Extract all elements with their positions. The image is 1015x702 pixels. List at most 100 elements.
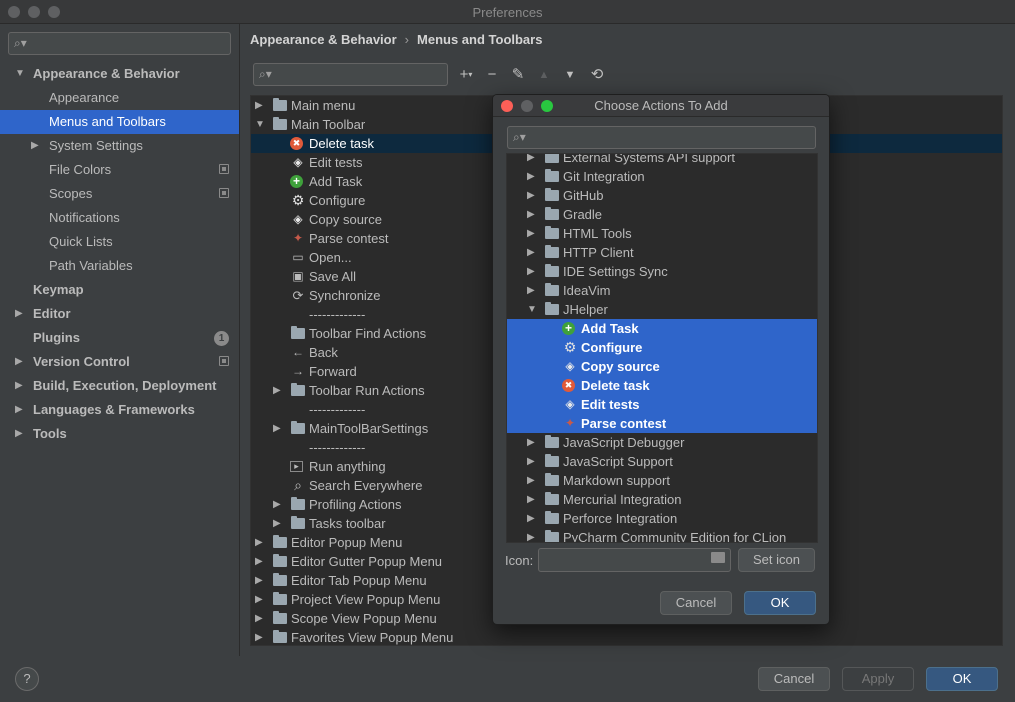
sidebar-item-plugins[interactable]: Plugins 1 xyxy=(0,326,239,350)
sidebar-item-keymap[interactable]: Keymap xyxy=(0,278,239,302)
sidebar-item-tools[interactable]: ▶ Tools xyxy=(0,422,239,446)
edit-icon[interactable]: ✎ xyxy=(509,66,527,84)
action-item-github[interactable]: ▶ GitHub xyxy=(507,186,817,205)
expand-arrow-icon[interactable]: ▶ xyxy=(273,514,281,533)
actions-search-input[interactable]: ⌕▾ xyxy=(253,63,448,86)
tree-item-favorites-view-popup-menu[interactable]: ▶ Favorites View Popup Menu xyxy=(251,628,1002,645)
help-button[interactable]: ? xyxy=(15,667,39,691)
expand-arrow-icon[interactable]: ▶ xyxy=(527,243,535,262)
expand-arrow-icon[interactable]: ▶ xyxy=(527,433,535,452)
action-item-mercurial-integration[interactable]: ▶ Mercurial Integration xyxy=(507,490,817,509)
sidebar-item-label: System Settings xyxy=(49,138,143,153)
move-up-icon[interactable]: ▲ xyxy=(535,66,553,84)
action-item-external-systems-api-support[interactable]: ▶ External Systems API support xyxy=(507,154,817,167)
sidebar-item-build-execution-deployment[interactable]: ▶ Build, Execution, Deployment xyxy=(0,374,239,398)
action-item-ide-settings-sync[interactable]: ▶ IDE Settings Sync xyxy=(507,262,817,281)
sidebar-item-scopes[interactable]: Scopes xyxy=(0,182,239,206)
expand-arrow-icon[interactable]: ▶ xyxy=(255,571,263,590)
folder-icon xyxy=(273,573,287,586)
sidebar-item-system-settings[interactable]: ▶ System Settings xyxy=(0,134,239,158)
action-item-copy-source[interactable]: ◈ Copy source xyxy=(507,357,817,376)
dialog-cancel-button[interactable]: Cancel xyxy=(660,591,732,615)
expand-arrow-icon[interactable]: ▶ xyxy=(527,262,535,281)
sidebar-item-version-control[interactable]: ▶ Version Control xyxy=(0,350,239,374)
expand-arrow-icon[interactable]: ▶ xyxy=(273,381,281,400)
move-down-icon[interactable]: ▼ xyxy=(561,66,579,84)
expand-arrow-icon[interactable]: ▶ xyxy=(255,609,263,628)
expand-arrow-icon[interactable]: ▶ xyxy=(15,374,23,398)
action-item-javascript-support[interactable]: ▶ JavaScript Support xyxy=(507,452,817,471)
action-item-edit-tests[interactable]: ◈ Edit tests xyxy=(507,395,817,414)
tree-item-label: Open... xyxy=(309,250,352,265)
expand-arrow-icon[interactable]: ▶ xyxy=(527,167,535,186)
expand-arrow-icon[interactable]: ▶ xyxy=(255,96,263,115)
search-icon: ⌕▾ xyxy=(14,36,27,50)
sidebar-item-path-variables[interactable]: Path Variables xyxy=(0,254,239,278)
set-icon-button[interactable]: Set icon xyxy=(738,548,815,572)
browse-folder-icon[interactable] xyxy=(711,552,725,563)
action-item-perforce-integration[interactable]: ▶ Perforce Integration xyxy=(507,509,817,528)
expand-arrow-icon[interactable]: ▶ xyxy=(255,533,263,552)
action-item-gradle[interactable]: ▶ Gradle xyxy=(507,205,817,224)
expand-arrow-icon[interactable]: ▶ xyxy=(273,495,281,514)
expand-arrow-icon[interactable]: ▶ xyxy=(527,205,535,224)
expand-arrow-icon[interactable]: ▶ xyxy=(15,422,23,446)
sidebar-item-languages-frameworks[interactable]: ▶ Languages & Frameworks xyxy=(0,398,239,422)
expand-arrow-icon[interactable]: ▶ xyxy=(255,590,263,609)
folder-icon xyxy=(545,511,559,524)
expand-arrow-icon[interactable]: ▶ xyxy=(527,528,535,542)
collapse-arrow-icon[interactable]: ▼ xyxy=(527,300,537,319)
breadcrumb-separator: › xyxy=(404,32,410,47)
action-item-git-integration[interactable]: ▶ Git Integration xyxy=(507,167,817,186)
breadcrumb-parent[interactable]: Appearance & Behavior xyxy=(250,32,397,47)
dialog-ok-button[interactable]: OK xyxy=(744,591,816,615)
expand-arrow-icon[interactable]: ▶ xyxy=(255,628,263,645)
apply-button[interactable]: Apply xyxy=(842,667,914,691)
restore-icon[interactable]: ⟲ xyxy=(588,66,606,84)
sidebar-item-quick-lists[interactable]: Quick Lists xyxy=(0,230,239,254)
dialog-search-input[interactable]: ⌕▾ xyxy=(507,126,816,149)
folder-icon xyxy=(291,421,305,434)
remove-icon[interactable]: − xyxy=(483,66,501,84)
expand-arrow-icon[interactable]: ▶ xyxy=(15,350,23,374)
action-item-ideavim[interactable]: ▶ IdeaVim xyxy=(507,281,817,300)
action-item-jhelper[interactable]: ▼ JHelper xyxy=(507,300,817,319)
sidebar-item-editor[interactable]: ▶ Editor xyxy=(0,302,239,326)
collapse-arrow-icon[interactable]: ▼ xyxy=(15,62,25,86)
expand-arrow-icon[interactable]: ▶ xyxy=(15,398,23,422)
sidebar-item-appearance-behavior[interactable]: ▼ Appearance & Behavior xyxy=(0,62,239,86)
expand-arrow-icon[interactable]: ▶ xyxy=(15,302,23,326)
cancel-button[interactable]: Cancel xyxy=(758,667,830,691)
sidebar-item-menus-and-toolbars[interactable]: Menus and Toolbars xyxy=(0,110,239,134)
expand-arrow-icon[interactable]: ▶ xyxy=(527,471,535,490)
ok-button[interactable]: OK xyxy=(926,667,998,691)
action-item-markdown-support[interactable]: ▶ Markdown support xyxy=(507,471,817,490)
add-icon[interactable]: +▾ xyxy=(457,66,475,84)
action-item-html-tools[interactable]: ▶ HTML Tools xyxy=(507,224,817,243)
expand-arrow-icon[interactable]: ▶ xyxy=(527,224,535,243)
sidebar-search-input[interactable]: ⌕▾ xyxy=(8,32,231,55)
action-item-add-task[interactable]: + Add Task xyxy=(507,319,817,338)
collapse-arrow-icon[interactable]: ▼ xyxy=(255,115,265,134)
action-item-pycharm-community-edition-for-clion[interactable]: ▶ PyCharm Community Edition for CLion xyxy=(507,528,817,542)
sidebar-item-notifications[interactable]: Notifications xyxy=(0,206,239,230)
action-item-javascript-debugger[interactable]: ▶ JavaScript Debugger xyxy=(507,433,817,452)
action-item-http-client[interactable]: ▶ HTTP Client xyxy=(507,243,817,262)
tree-item-label: Editor Tab Popup Menu xyxy=(291,573,427,588)
icon-path-input[interactable] xyxy=(538,548,731,572)
expand-arrow-icon[interactable]: ▶ xyxy=(255,552,263,571)
expand-arrow-icon[interactable]: ▶ xyxy=(273,419,281,438)
action-item-configure[interactable]: ⚙ Configure xyxy=(507,338,817,357)
scrollbar[interactable] xyxy=(810,156,816,536)
action-item-delete-task[interactable]: ✖ Delete task xyxy=(507,376,817,395)
expand-arrow-icon[interactable]: ▶ xyxy=(527,509,535,528)
sidebar-item-file-colors[interactable]: File Colors xyxy=(0,158,239,182)
expand-arrow-icon[interactable]: ▶ xyxy=(527,452,535,471)
expand-arrow-icon[interactable]: ▶ xyxy=(31,134,39,158)
action-item-parse-contest[interactable]: ✦ Parse contest xyxy=(507,414,817,433)
expand-arrow-icon[interactable]: ▶ xyxy=(527,281,535,300)
expand-arrow-icon[interactable]: ▶ xyxy=(527,490,535,509)
expand-arrow-icon[interactable]: ▶ xyxy=(527,154,535,167)
expand-arrow-icon[interactable]: ▶ xyxy=(527,186,535,205)
sidebar-item-appearance[interactable]: Appearance xyxy=(0,86,239,110)
